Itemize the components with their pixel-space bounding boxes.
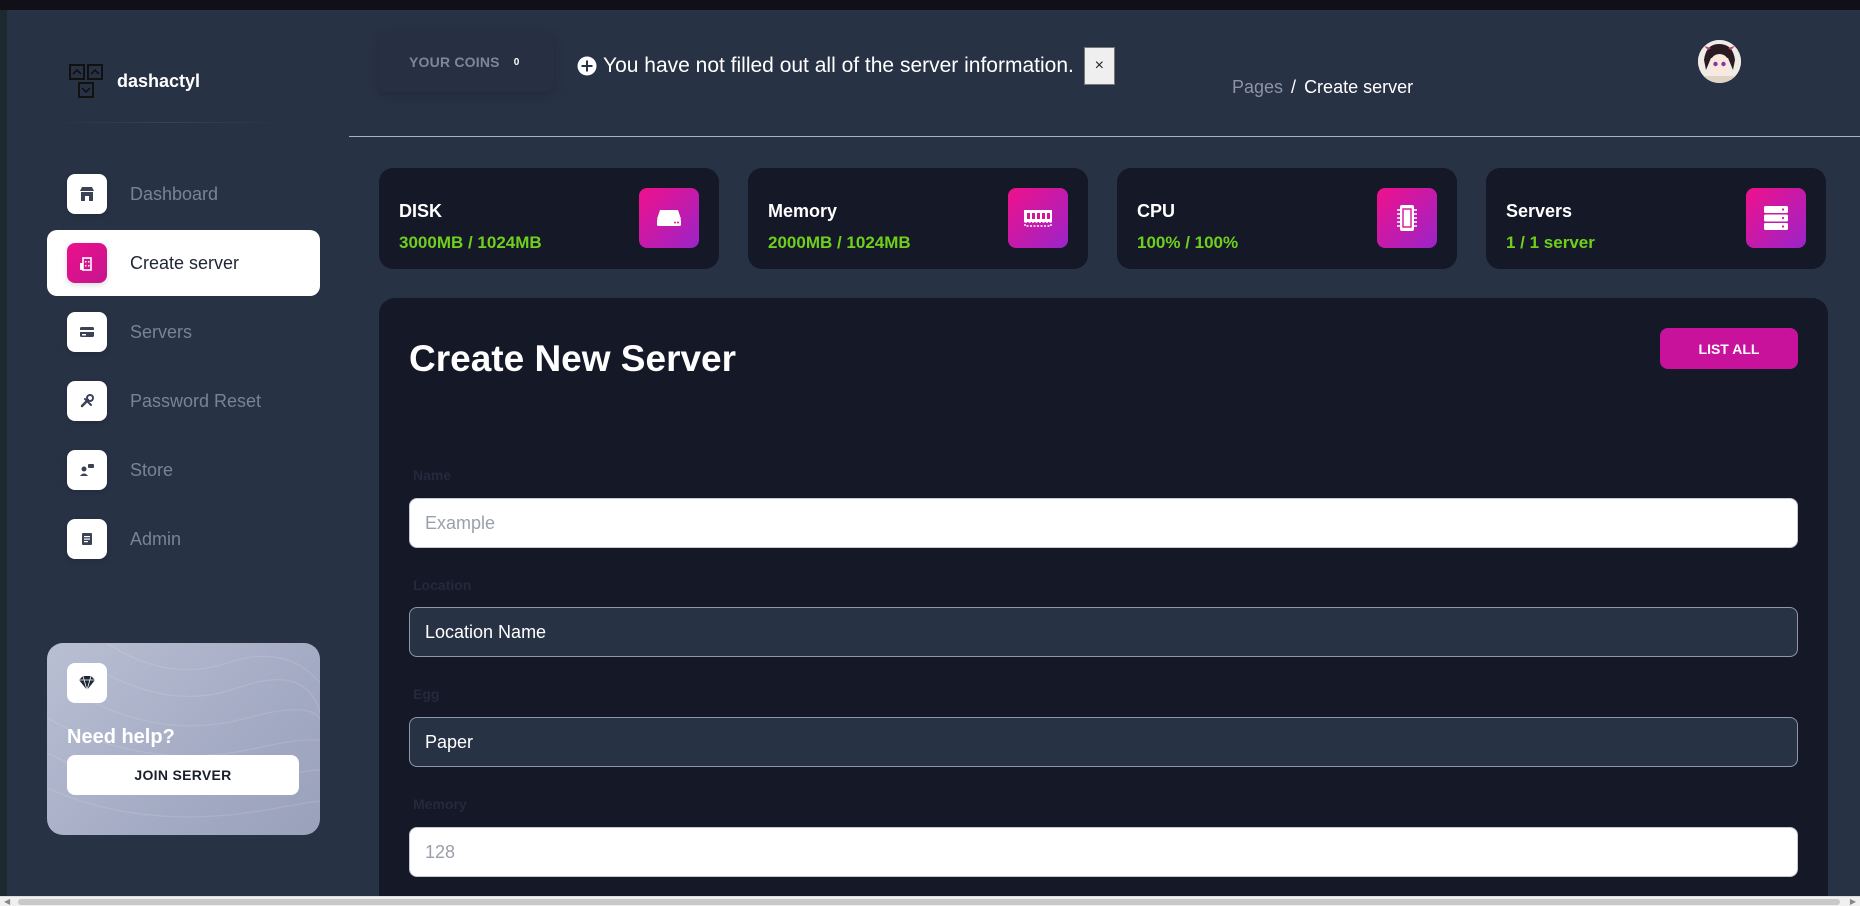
egg-value: Paper <box>425 731 474 752</box>
create-server-card: Create New Server LIST ALL Name Example … <box>379 298 1828 906</box>
join-server-button[interactable]: JOIN SERVER <box>67 755 299 795</box>
document-icon <box>67 519 107 559</box>
app-root: dashactyl Dashboard Create server Server… <box>7 10 1860 906</box>
sidebar: dashactyl Dashboard Create server Server… <box>7 10 349 896</box>
scrollbar-thumb[interactable] <box>18 899 1840 905</box>
help-card: Need help? JOIN SERVER <box>47 643 320 835</box>
sidebar-nav: Dashboard Create server Servers Password… <box>47 161 320 575</box>
sidebar-item-create-server[interactable]: Create server <box>47 230 320 296</box>
brand-logo-icon <box>69 64 103 98</box>
coins-box: YOUR COINS 0 <box>379 32 554 92</box>
hard-drive-icon <box>639 188 699 248</box>
store-icon <box>67 174 107 214</box>
alert-close-button[interactable]: × <box>1083 47 1115 85</box>
stat-title: CPU <box>1137 201 1176 221</box>
plus-circle-icon <box>577 56 597 76</box>
brand-divider <box>47 122 287 123</box>
diamond-icon <box>67 663 107 703</box>
sidebar-item-admin[interactable]: Admin <box>47 506 320 572</box>
memory-icon <box>1008 188 1068 248</box>
building-icon <box>67 243 107 283</box>
stat-value: 1 / 1 server <box>1506 233 1595 252</box>
breadcrumb: Pages / Create server <box>1232 77 1413 98</box>
stat-value: 3000MB / 1024MB <box>399 233 542 252</box>
sidebar-item-label: Store <box>130 459 174 480</box>
egg-select[interactable]: Paper <box>409 717 1798 767</box>
sidebar-item-label: Dashboard <box>130 183 219 204</box>
location-label: Location <box>413 577 472 593</box>
credit-card-icon <box>67 312 107 352</box>
stat-value: 2000MB / 1024MB <box>768 233 911 252</box>
sidebar-item-label: Password Reset <box>130 390 262 411</box>
header: YOUR COINS 0 You have not filled out all… <box>349 10 1860 137</box>
help-title: Need help? <box>67 726 175 748</box>
brand[interactable]: dashactyl <box>67 62 200 100</box>
memory-placeholder: 128 <box>425 841 456 862</box>
wrench-icon <box>67 381 107 421</box>
coins-label: YOUR COINS <box>409 54 500 70</box>
location-select[interactable]: Location Name <box>409 607 1798 657</box>
memory-label: Memory <box>413 796 467 812</box>
scroll-left-icon[interactable]: ◀ <box>4 897 10 906</box>
brand-name: dashactyl <box>117 70 201 91</box>
server-icon <box>1746 188 1806 248</box>
window-left-edge <box>0 10 7 896</box>
sidebar-item-label: Servers <box>130 321 193 342</box>
scroll-right-icon[interactable]: ▶ <box>1850 897 1856 906</box>
cpu-icon <box>1377 188 1437 248</box>
stat-title: Memory <box>768 201 838 221</box>
alert: You have not filled out all of the serve… <box>577 47 1115 85</box>
breadcrumb-separator: / <box>1291 77 1297 97</box>
window-top-strip <box>0 0 1860 10</box>
sidebar-item-servers[interactable]: Servers <box>47 299 320 365</box>
stat-card-cpu: CPU 100% / 100% <box>1117 168 1457 269</box>
stat-card-memory: Memory 2000MB / 1024MB <box>748 168 1088 269</box>
sidebar-item-label: Admin <box>130 528 182 549</box>
stat-card-servers: Servers 1 / 1 server <box>1486 168 1826 269</box>
page-title: Create New Server <box>409 338 737 379</box>
name-label: Name <box>413 467 452 483</box>
breadcrumb-current: Create server <box>1304 77 1414 97</box>
header-divider <box>349 136 1860 137</box>
sidebar-item-label: Create server <box>130 252 240 273</box>
name-placeholder: Example <box>425 512 496 533</box>
avatar-image <box>1698 40 1741 83</box>
sidebar-item-store[interactable]: Store <box>47 437 320 503</box>
stat-title: Servers <box>1506 201 1573 221</box>
horizontal-scrollbar[interactable]: ◀ ▶ <box>0 896 1860 906</box>
stat-card-disk: DISK 3000MB / 1024MB <box>379 168 719 269</box>
avatar[interactable] <box>1698 40 1741 83</box>
stat-value: 100% / 100% <box>1137 233 1239 252</box>
user-chat-icon <box>67 450 107 490</box>
egg-label: Egg <box>413 686 440 702</box>
alert-text: You have not filled out all of the serve… <box>603 54 1074 77</box>
sidebar-item-dashboard[interactable]: Dashboard <box>47 161 320 227</box>
stat-title: DISK <box>399 201 443 221</box>
location-value: Location Name <box>425 621 547 642</box>
list-all-button[interactable]: LIST ALL <box>1660 328 1798 369</box>
memory-input[interactable]: 128 <box>409 827 1798 877</box>
coins-value: 0 <box>513 56 520 68</box>
breadcrumb-root[interactable]: Pages <box>1232 77 1283 97</box>
name-input[interactable]: Example <box>409 498 1798 548</box>
sidebar-item-password-reset[interactable]: Password Reset <box>47 368 320 434</box>
